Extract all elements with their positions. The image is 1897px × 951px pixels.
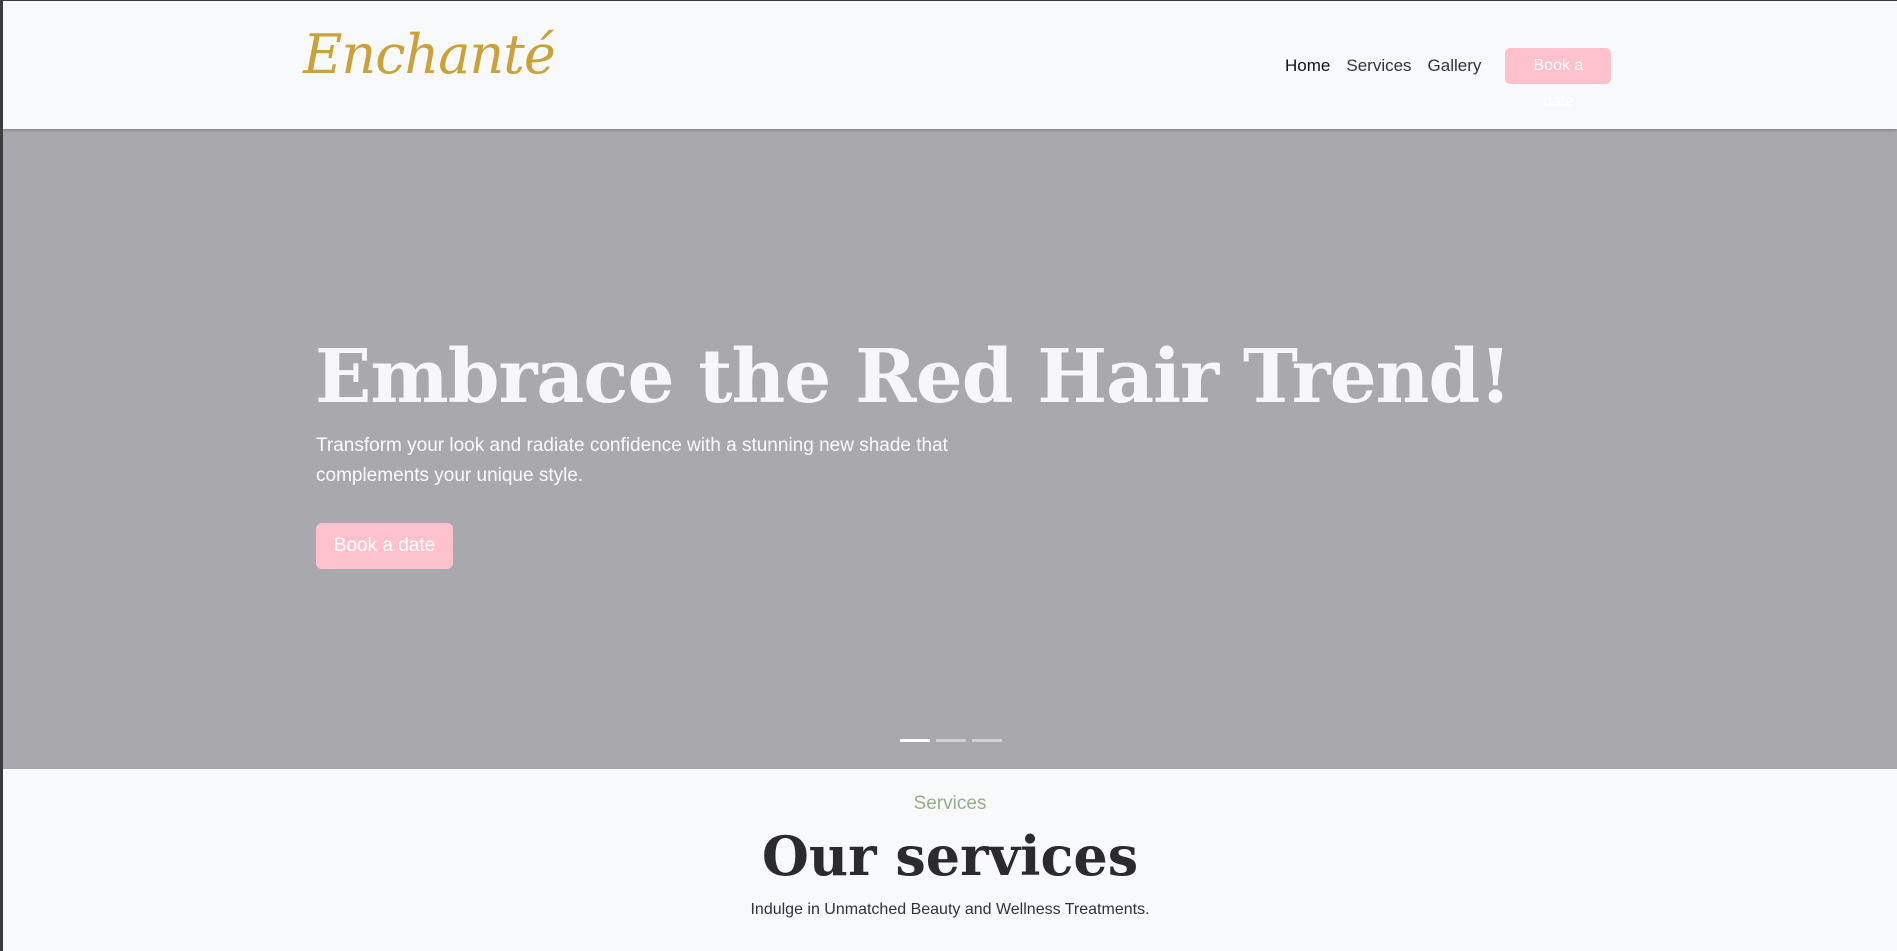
hero-subtitle: Transform your look and radiate confiden… [316,435,948,486]
browser-viewport: Enchanté Home Services Gallery Book a da… [3,1,1897,951]
hero-book-button[interactable]: Book a date [316,523,453,569]
nav-link-gallery[interactable]: Gallery [1428,48,1482,84]
site-header: Enchanté Home Services Gallery Book a da… [3,1,1897,129]
carousel-indicators [900,739,1002,742]
services-description: Indulge in Unmatched Beauty and Wellness… [750,901,1150,918]
services-heading: Our services [761,824,1139,888]
carousel-indicator-1[interactable] [900,739,930,742]
main-nav: Home Services Gallery Book a date [1285,48,1612,110]
services-eyebrow: Services [913,793,987,814]
carousel-indicator-3[interactable] [972,739,1002,742]
hero-title: Embrace the Red Hair Trend! [315,334,1512,420]
hero-carousel: Embrace the Red Hair Trend! Transform yo… [3,129,1897,769]
nav-link-services[interactable]: Services [1346,48,1411,84]
nav-link-home[interactable]: Home [1285,48,1330,84]
header-book-button[interactable]: Book a date [1505,48,1612,110]
services-section: Services Our services Indulge in Unmatch… [3,769,1897,951]
brand-logo[interactable]: Enchanté [303,23,556,87]
carousel-indicator-2[interactable] [936,739,966,742]
